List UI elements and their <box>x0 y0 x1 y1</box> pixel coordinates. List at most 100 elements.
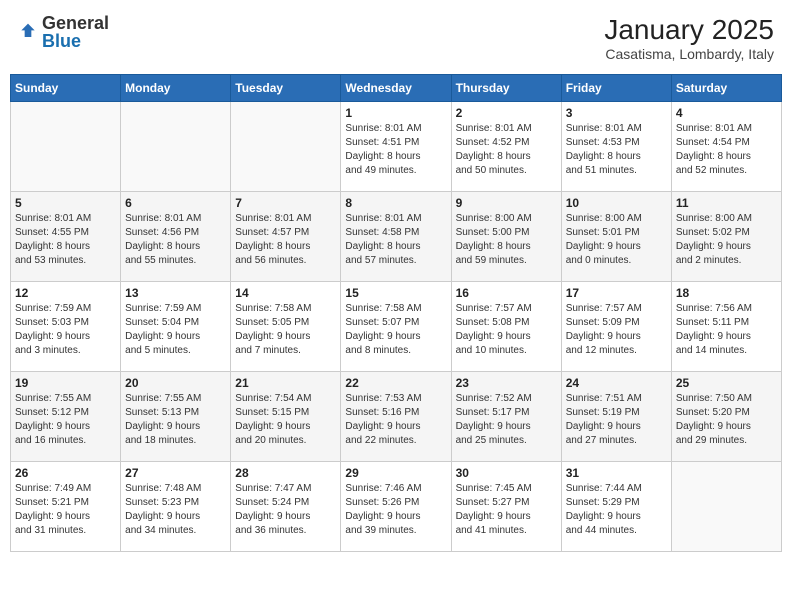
calendar-cell: 3 Sunrise: 8:01 AM Sunset: 4:53 PM Daylig… <box>561 102 671 192</box>
day-number: 29 <box>345 466 446 480</box>
calendar-cell: 25Sunrise: 7:50 AM Sunset: 5:20 PM Dayli… <box>671 372 781 462</box>
day-number: 2 <box>456 106 557 120</box>
day-number: 17 <box>566 286 667 300</box>
location-title: Casatisma, Lombardy, Italy <box>604 46 774 62</box>
day-info: Sunrise: 7:58 AM Sunset: 5:07 PM Dayligh… <box>345 302 446 358</box>
calendar-cell: 31 Sunrise: 7:44 AM Sunset: 5:29 PM Dayli… <box>561 462 671 552</box>
day-number: 11 <box>676 196 777 210</box>
calendar-cell: 8Sunrise: 8:01 AM Sunset: 4:58 PM Daylig… <box>341 192 451 282</box>
day-info: Sunrise: 8:01 AM Sunset: 4:58 PM Dayligh… <box>345 212 446 268</box>
title-block: January 2025 Casatisma, Lombardy, Italy <box>604 14 774 62</box>
calendar-cell <box>121 102 231 192</box>
day-info: Sunrise: 7:50 AM Sunset: 5:20 PM Dayligh… <box>676 392 777 448</box>
calendar-cell: 14Sunrise: 7:58 AM Sunset: 5:05 PM Dayli… <box>231 282 341 372</box>
column-header-wednesday: Wednesday <box>341 75 451 102</box>
calendar-cell: 4 Sunrise: 8:01 AM Sunset: 4:54 PM Daylig… <box>671 102 781 192</box>
calendar-cell: 7Sunrise: 8:01 AM Sunset: 4:57 PM Daylig… <box>231 192 341 282</box>
day-info: Sunrise: 7:53 AM Sunset: 5:16 PM Dayligh… <box>345 392 446 448</box>
day-info: Sunrise: 7:57 AM Sunset: 5:08 PM Dayligh… <box>456 302 557 358</box>
day-info: Sunrise: 7:52 AM Sunset: 5:17 PM Dayligh… <box>456 392 557 448</box>
calendar-cell: 16 Sunrise: 7:57 AM Sunset: 5:08 PM Dayli… <box>451 282 561 372</box>
day-number: 9 <box>456 196 557 210</box>
day-info: Sunrise: 7:44 AM Sunset: 5:29 PM Dayligh… <box>566 482 667 538</box>
day-info: Sunrise: 7:49 AM Sunset: 5:21 PM Dayligh… <box>15 482 116 538</box>
day-info: Sunrise: 7:51 AM Sunset: 5:19 PM Dayligh… <box>566 392 667 448</box>
calendar-cell: 18 Sunrise: 7:56 AM Sunset: 5:11 PM Dayli… <box>671 282 781 372</box>
calendar-cell: 1Sunrise: 8:01 AM Sunset: 4:51 PM Daylig… <box>341 102 451 192</box>
calendar-cell: 29 Sunrise: 7:46 AM Sunset: 5:26 PM Dayli… <box>341 462 451 552</box>
day-info: Sunrise: 7:56 AM Sunset: 5:11 PM Dayligh… <box>676 302 777 358</box>
calendar-cell: 11 Sunrise: 8:00 AM Sunset: 5:02 PM Dayli… <box>671 192 781 282</box>
day-number: 12 <box>15 286 116 300</box>
day-info: Sunrise: 7:59 AM Sunset: 5:04 PM Dayligh… <box>125 302 226 358</box>
calendar-cell: 12 Sunrise: 7:59 AM Sunset: 5:03 PM Dayli… <box>11 282 121 372</box>
day-info: Sunrise: 8:01 AM Sunset: 4:51 PM Dayligh… <box>345 122 446 178</box>
day-number: 13 <box>125 286 226 300</box>
day-number: 26 <box>15 466 116 480</box>
day-info: Sunrise: 8:01 AM Sunset: 4:55 PM Dayligh… <box>15 212 116 268</box>
day-info: Sunrise: 7:45 AM Sunset: 5:27 PM Dayligh… <box>456 482 557 538</box>
week-row-5: 26 Sunrise: 7:49 AM Sunset: 5:21 PM Dayli… <box>11 462 782 552</box>
month-title: January 2025 <box>604 14 774 46</box>
day-number: 27 <box>125 466 226 480</box>
day-number: 30 <box>456 466 557 480</box>
day-number: 19 <box>15 376 116 390</box>
header-row: SundayMondayTuesdayWednesdayThursdayFrid… <box>11 75 782 102</box>
day-info: Sunrise: 8:01 AM Sunset: 4:56 PM Dayligh… <box>125 212 226 268</box>
calendar-cell: 19 Sunrise: 7:55 AM Sunset: 5:12 PM Dayli… <box>11 372 121 462</box>
week-row-3: 12 Sunrise: 7:59 AM Sunset: 5:03 PM Dayli… <box>11 282 782 372</box>
calendar-cell: 21Sunrise: 7:54 AM Sunset: 5:15 PM Dayli… <box>231 372 341 462</box>
day-number: 21 <box>235 376 336 390</box>
column-header-monday: Monday <box>121 75 231 102</box>
calendar-cell: 24 Sunrise: 7:51 AM Sunset: 5:19 PM Dayli… <box>561 372 671 462</box>
column-header-thursday: Thursday <box>451 75 561 102</box>
day-info: Sunrise: 7:46 AM Sunset: 5:26 PM Dayligh… <box>345 482 446 538</box>
day-info: Sunrise: 7:55 AM Sunset: 5:12 PM Dayligh… <box>15 392 116 448</box>
calendar-cell <box>231 102 341 192</box>
day-info: Sunrise: 7:55 AM Sunset: 5:13 PM Dayligh… <box>125 392 226 448</box>
day-number: 20 <box>125 376 226 390</box>
day-info: Sunrise: 8:01 AM Sunset: 4:57 PM Dayligh… <box>235 212 336 268</box>
day-number: 24 <box>566 376 667 390</box>
calendar-cell: 13 Sunrise: 7:59 AM Sunset: 5:04 PM Dayli… <box>121 282 231 372</box>
day-number: 18 <box>676 286 777 300</box>
week-row-2: 5 Sunrise: 8:01 AM Sunset: 4:55 PM Daylig… <box>11 192 782 282</box>
calendar-cell: 30 Sunrise: 7:45 AM Sunset: 5:27 PM Dayli… <box>451 462 561 552</box>
calendar-cell: 10Sunrise: 8:00 AM Sunset: 5:01 PM Dayli… <box>561 192 671 282</box>
day-number: 15 <box>345 286 446 300</box>
calendar-cell <box>671 462 781 552</box>
calendar-cell: 27 Sunrise: 7:48 AM Sunset: 5:23 PM Dayli… <box>121 462 231 552</box>
day-number: 5 <box>15 196 116 210</box>
calendar-cell: 2Sunrise: 8:01 AM Sunset: 4:52 PM Daylig… <box>451 102 561 192</box>
day-number: 4 <box>676 106 777 120</box>
calendar-cell: 20 Sunrise: 7:55 AM Sunset: 5:13 PM Dayli… <box>121 372 231 462</box>
day-info: Sunrise: 7:47 AM Sunset: 5:24 PM Dayligh… <box>235 482 336 538</box>
column-header-sunday: Sunday <box>11 75 121 102</box>
day-info: Sunrise: 7:59 AM Sunset: 5:03 PM Dayligh… <box>15 302 116 358</box>
calendar-cell: 17 Sunrise: 7:57 AM Sunset: 5:09 PM Dayli… <box>561 282 671 372</box>
day-info: Sunrise: 8:00 AM Sunset: 5:02 PM Dayligh… <box>676 212 777 268</box>
day-number: 6 <box>125 196 226 210</box>
day-info: Sunrise: 8:01 AM Sunset: 4:54 PM Dayligh… <box>676 122 777 178</box>
day-number: 23 <box>456 376 557 390</box>
week-row-1: 1Sunrise: 8:01 AM Sunset: 4:51 PM Daylig… <box>11 102 782 192</box>
calendar-cell: 5 Sunrise: 8:01 AM Sunset: 4:55 PM Daylig… <box>11 192 121 282</box>
calendar-cell: 9 Sunrise: 8:00 AM Sunset: 5:00 PM Daylig… <box>451 192 561 282</box>
day-number: 28 <box>235 466 336 480</box>
logo-icon <box>18 22 38 42</box>
calendar-cell: 28 Sunrise: 7:47 AM Sunset: 5:24 PM Dayli… <box>231 462 341 552</box>
day-number: 16 <box>456 286 557 300</box>
calendar-table: SundayMondayTuesdayWednesdayThursdayFrid… <box>10 74 782 552</box>
day-number: 31 <box>566 466 667 480</box>
page-header: General Blue January 2025 Casatisma, Lom… <box>10 10 782 66</box>
day-info: Sunrise: 8:01 AM Sunset: 4:53 PM Dayligh… <box>566 122 667 178</box>
logo: General Blue <box>18 14 109 50</box>
day-info: Sunrise: 7:48 AM Sunset: 5:23 PM Dayligh… <box>125 482 226 538</box>
day-info: Sunrise: 8:00 AM Sunset: 5:00 PM Dayligh… <box>456 212 557 268</box>
day-info: Sunrise: 8:00 AM Sunset: 5:01 PM Dayligh… <box>566 212 667 268</box>
column-header-saturday: Saturday <box>671 75 781 102</box>
day-number: 3 <box>566 106 667 120</box>
day-info: Sunrise: 7:57 AM Sunset: 5:09 PM Dayligh… <box>566 302 667 358</box>
day-number: 22 <box>345 376 446 390</box>
calendar-cell: 22 Sunrise: 7:53 AM Sunset: 5:16 PM Dayli… <box>341 372 451 462</box>
